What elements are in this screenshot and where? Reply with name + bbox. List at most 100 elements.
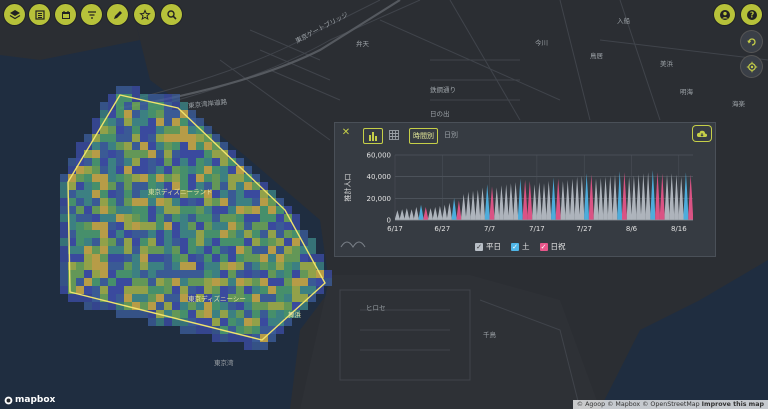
heatmap-cell bbox=[228, 222, 236, 230]
user-icon bbox=[719, 9, 730, 20]
help-button[interactable]: ? bbox=[741, 4, 762, 25]
heatmap-cell bbox=[156, 278, 164, 286]
heatmap-cell bbox=[164, 174, 172, 182]
heatmap-cell bbox=[260, 310, 268, 318]
map-label: 入船 bbox=[617, 17, 630, 25]
heatmap-cell bbox=[316, 254, 324, 262]
heatmap-cell bbox=[76, 238, 84, 246]
heatmap-cell bbox=[84, 254, 92, 262]
heatmap-cell bbox=[76, 278, 84, 286]
heatmap-cell bbox=[268, 206, 276, 214]
heatmap-cell bbox=[100, 182, 108, 190]
heatmap-cell bbox=[188, 126, 196, 134]
heatmap-cell bbox=[180, 158, 188, 166]
locate-button[interactable] bbox=[741, 56, 762, 77]
chart-day-spike bbox=[607, 175, 613, 220]
heatmap-cell bbox=[148, 166, 156, 174]
heatmap-cell bbox=[124, 118, 132, 126]
heatmap-cell bbox=[84, 134, 92, 142]
heatmap-cell bbox=[284, 254, 292, 262]
heatmap-cell bbox=[148, 246, 156, 254]
heatmap-cell bbox=[124, 182, 132, 190]
heatmap-cell bbox=[60, 246, 68, 254]
heatmap-cell bbox=[116, 294, 124, 302]
heatmap-cell bbox=[108, 94, 116, 102]
heatmap-cell bbox=[196, 150, 204, 158]
heatmap-cell bbox=[284, 278, 292, 286]
improve-map-link[interactable]: Improve this map bbox=[702, 401, 764, 408]
legend-saturday[interactable]: ✓ 土 bbox=[511, 241, 530, 252]
favorite-button[interactable] bbox=[134, 4, 155, 25]
heatmap-cell bbox=[300, 302, 308, 310]
heatmap-cell bbox=[188, 150, 196, 158]
heatmap-cell bbox=[84, 278, 92, 286]
heatmap-cell bbox=[92, 238, 100, 246]
account-button[interactable] bbox=[714, 4, 735, 25]
calendar-button[interactable] bbox=[55, 4, 76, 25]
heatmap-cell bbox=[172, 310, 180, 318]
heatmap-cell bbox=[124, 190, 132, 198]
heatmap-cell bbox=[84, 158, 92, 166]
heatmap-cell bbox=[100, 286, 108, 294]
filter-button[interactable] bbox=[81, 4, 102, 25]
heatmap-cell bbox=[92, 158, 100, 166]
heatmap-cell bbox=[252, 270, 260, 278]
mapbox-logo[interactable]: mapbox bbox=[4, 395, 55, 405]
heatmap-cell bbox=[132, 230, 140, 238]
heatmap-cell bbox=[148, 110, 156, 118]
heatmap-cell bbox=[228, 206, 236, 214]
layers-button[interactable] bbox=[4, 4, 25, 25]
heatmap-cell bbox=[292, 278, 300, 286]
heatmap-cell bbox=[116, 118, 124, 126]
heatmap-cell bbox=[164, 318, 172, 326]
heatmap-cell bbox=[260, 262, 268, 270]
legend-holiday[interactable]: ✓ 日祝 bbox=[539, 241, 566, 252]
heatmap-cell bbox=[212, 214, 220, 222]
chart-day-spike bbox=[631, 175, 637, 220]
heatmap-cell bbox=[156, 262, 164, 270]
heatmap-cell bbox=[260, 198, 268, 206]
heatmap-cell bbox=[76, 198, 84, 206]
heatmap-cell bbox=[292, 294, 300, 302]
rotate-map-button[interactable] bbox=[741, 31, 762, 52]
heatmap-cell bbox=[140, 238, 148, 246]
heatmap-cell bbox=[140, 166, 148, 174]
heatmap-cell bbox=[268, 278, 276, 286]
agoop-link[interactable]: © Agoop bbox=[577, 401, 605, 408]
osm-link[interactable]: © OpenStreetMap bbox=[642, 401, 700, 408]
heatmap-cell bbox=[60, 286, 68, 294]
heatmap-cell bbox=[188, 198, 196, 206]
heatmap-cell bbox=[132, 142, 140, 150]
heatmap-cell bbox=[204, 278, 212, 286]
heatmap-cell bbox=[148, 270, 156, 278]
heatmap-cell bbox=[268, 262, 276, 270]
heatmap-cell bbox=[188, 158, 196, 166]
heatmap-cell bbox=[148, 158, 156, 166]
heatmap-cell bbox=[220, 270, 228, 278]
heatmap-cell bbox=[100, 134, 108, 142]
heatmap-cell bbox=[140, 134, 148, 142]
chart-day-spike bbox=[532, 184, 537, 220]
legend-weekday[interactable]: ✓ 平日 bbox=[475, 241, 501, 252]
heatmap-cell bbox=[124, 230, 132, 238]
heatmap-cell bbox=[228, 174, 236, 182]
heatmap-cell bbox=[116, 134, 124, 142]
chart-day-spike bbox=[494, 187, 500, 220]
x-tick-label: 7/17 bbox=[529, 225, 545, 233]
search-button[interactable] bbox=[161, 4, 182, 25]
heatmap-cell bbox=[60, 254, 68, 262]
heatmap-cell bbox=[260, 318, 268, 326]
heatmap-cell bbox=[244, 190, 252, 198]
heatmap-cell bbox=[252, 206, 260, 214]
star-icon bbox=[138, 8, 151, 20]
chart-day-spike bbox=[489, 186, 495, 220]
mapbox-link[interactable]: © Mapbox bbox=[607, 401, 640, 408]
list-button[interactable] bbox=[29, 4, 50, 25]
heatmap-cell bbox=[108, 262, 116, 270]
draw-button[interactable] bbox=[107, 4, 128, 25]
chart-day-spike bbox=[612, 174, 618, 220]
heatmap-cell bbox=[228, 334, 236, 342]
heatmap-cell bbox=[140, 262, 148, 270]
heatmap-cell bbox=[228, 182, 236, 190]
chart-decor-wave bbox=[340, 241, 366, 248]
